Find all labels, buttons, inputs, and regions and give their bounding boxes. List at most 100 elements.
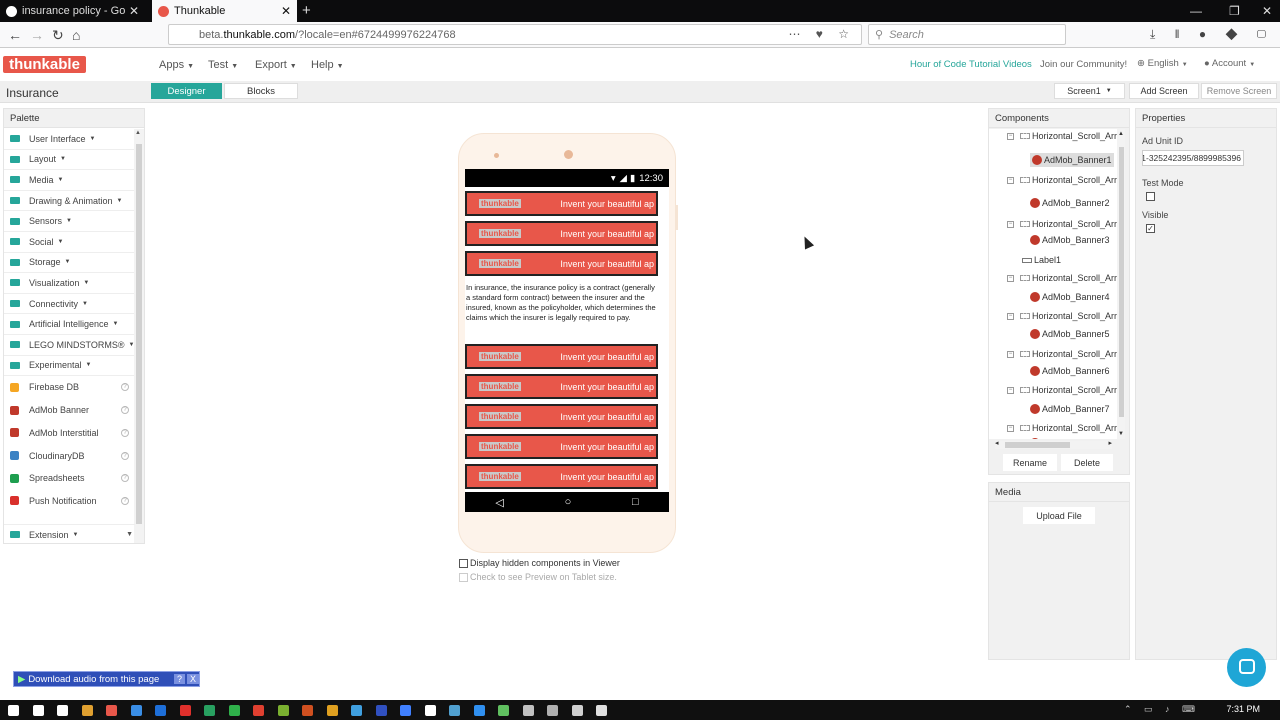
taskbar-app-icon[interactable] bbox=[277, 705, 289, 716]
visible-checkbox[interactable]: ✓ bbox=[1146, 224, 1155, 233]
reload-icon[interactable]: ↻ bbox=[52, 27, 64, 44]
system-tray-icons[interactable]: ⌃ ▭ ♪ ⌨ bbox=[1124, 704, 1200, 715]
palette-category[interactable]: Visualization ▼ bbox=[4, 273, 135, 294]
palette-category[interactable]: Experimental ▼ bbox=[4, 356, 135, 377]
download-audio-bar[interactable]: ▶ Download audio from this page ? X bbox=[13, 671, 200, 687]
taskbar-app-icon[interactable] bbox=[8, 705, 19, 716]
search-input[interactable]: ⚲ Search bbox=[868, 24, 1066, 45]
palette-category[interactable]: Drawing & Animation ▼ bbox=[4, 191, 135, 212]
palette-category[interactable]: Media ▼ bbox=[4, 170, 135, 191]
palette-category[interactable]: LEGO MINDSTORMS® ▼ bbox=[4, 335, 135, 356]
collapse-icon[interactable]: − bbox=[1007, 424, 1014, 432]
palette-category[interactable]: Storage ▼ bbox=[4, 253, 135, 274]
taskbar-app-icon[interactable] bbox=[130, 705, 142, 716]
label1-text[interactable]: In insurance, the insurance policy is a … bbox=[466, 283, 661, 323]
menu-test[interactable]: Test ▼ bbox=[208, 59, 238, 71]
upload-file-button[interactable]: Upload File bbox=[1023, 507, 1095, 524]
admob-banner[interactable]: thunkable Invent your beautiful ap bbox=[465, 464, 658, 489]
tab-thunkable[interactable]: Thunkable ✕ bbox=[152, 0, 297, 22]
help-icon[interactable]: ? bbox=[121, 383, 129, 392]
tree-item-admob-banner[interactable]: AdMob_Banner1 bbox=[1030, 153, 1114, 167]
tree-item-admob-banner[interactable]: AdMob_Banner5 bbox=[1030, 329, 1110, 339]
taskbar-app-icon[interactable] bbox=[57, 705, 68, 716]
palette-component[interactable]: AdMob Interstitial? bbox=[4, 422, 135, 445]
tree-item-admob-banner[interactable]: AdMob_Banner6 bbox=[1030, 366, 1110, 376]
menu-apps[interactable]: Apps ▼ bbox=[159, 59, 194, 71]
help-icon[interactable]: ? bbox=[121, 496, 129, 505]
restore-icon[interactable]: ❐ bbox=[1229, 4, 1240, 18]
admob-banner[interactable]: thunkable Invent your beautiful ap bbox=[465, 404, 658, 429]
taskbar-app-icon[interactable] bbox=[253, 705, 264, 716]
collapse-icon[interactable]: − bbox=[1007, 274, 1014, 282]
help-icon[interactable]: ? bbox=[121, 451, 129, 460]
palette-category[interactable]: Social ▼ bbox=[4, 232, 135, 253]
taskbar-app-icon[interactable] bbox=[498, 705, 509, 716]
palette-category[interactable]: User Interface ▼ bbox=[4, 129, 135, 150]
admob-banner[interactable]: thunkable Invent your beautiful ap bbox=[465, 191, 658, 216]
taskbar-app-icon[interactable] bbox=[596, 705, 607, 716]
taskbar-app-icon[interactable] bbox=[571, 705, 583, 716]
hour-of-code-link[interactable]: Hour of Code Tutorial Videos bbox=[910, 59, 1032, 70]
taskbar-app-icon[interactable] bbox=[81, 705, 93, 716]
palette-category[interactable]: Layout ▼ bbox=[4, 150, 135, 171]
blocks-button[interactable]: Blocks bbox=[224, 83, 298, 99]
designer-button[interactable]: Designer bbox=[151, 83, 222, 99]
tree-item-admob-banner[interactable]: AdMob_Banner4 bbox=[1030, 292, 1110, 302]
tree-item-arrangement[interactable]: − Horizontal_Scroll_Arrangement3 bbox=[1007, 219, 1117, 229]
community-link[interactable]: Join our Community! bbox=[1040, 59, 1127, 70]
scroll-left-icon[interactable]: ◂ bbox=[995, 439, 999, 447]
admob-banner[interactable]: thunkable Invent your beautiful ap bbox=[465, 374, 658, 399]
download-audio-label[interactable]: Download audio from this page bbox=[28, 674, 159, 685]
collapse-icon[interactable]: − bbox=[1007, 312, 1014, 320]
palette-scrollbar[interactable]: ▲ bbox=[134, 129, 144, 543]
tab-google-search[interactable]: insurance policy - Google Search ✕ bbox=[0, 0, 145, 22]
url-bar[interactable]: beta. thunkable.com/?locale=en#6724499976… bbox=[168, 24, 862, 45]
tree-item-arrangement[interactable]: − Horizontal_Scroll_Arrangement2 bbox=[1007, 175, 1117, 185]
palette-category[interactable]: Artificial Intelligence ▼ bbox=[4, 314, 135, 335]
test-mode-checkbox[interactable] bbox=[1146, 192, 1155, 201]
scroll-thumb[interactable] bbox=[1005, 442, 1070, 448]
close-icon[interactable]: X bbox=[186, 674, 199, 684]
minimize-icon[interactable]: — bbox=[1190, 4, 1202, 18]
tree-item-admob-banner[interactable]: AdMob_Banner3 bbox=[1030, 235, 1110, 245]
scroll-up-icon[interactable]: ▲ bbox=[1118, 131, 1124, 137]
rename-button[interactable]: Rename bbox=[1003, 454, 1057, 471]
taskbar-app-icon[interactable] bbox=[106, 705, 117, 716]
back-icon[interactable]: ← bbox=[8, 27, 22, 43]
tree-item-admob-banner[interactable]: AdMob_Banner2 bbox=[1030, 198, 1110, 208]
tree-item-arrangement[interactable]: − Horizontal_Scroll_Arrangement4 bbox=[1007, 273, 1117, 283]
account-menu[interactable]: ● Account ▼ bbox=[1204, 58, 1255, 69]
tree-item-arrangement[interactable]: − Horizontal_Scroll_Arrangement7 bbox=[1007, 385, 1117, 395]
tree-item-arrangement[interactable]: − Horizontal_Scroll_Arrangement8 bbox=[1007, 423, 1117, 433]
remove-screen-button[interactable]: Remove Screen bbox=[1201, 83, 1277, 99]
palette-category[interactable]: Connectivity ▼ bbox=[4, 294, 135, 315]
display-hidden-toggle[interactable]: Display hidden components in Viewer bbox=[459, 558, 620, 568]
tree-item-admob-banner[interactable]: AdMob_Banner7 bbox=[1030, 404, 1110, 414]
scroll-right-icon[interactable]: ▸ bbox=[1108, 439, 1112, 447]
taskbar-app-icon[interactable] bbox=[351, 705, 362, 716]
new-tab-icon[interactable]: + bbox=[302, 2, 311, 19]
tree-horizontal-scrollbar[interactable]: ◂ ▸ bbox=[995, 439, 1112, 449]
taskbar-app-icon[interactable] bbox=[179, 705, 191, 716]
forward-icon[interactable]: → bbox=[30, 27, 44, 43]
add-screen-button[interactable]: Add Screen bbox=[1129, 83, 1199, 99]
taskbar-app-icon[interactable] bbox=[375, 705, 387, 716]
collapse-icon[interactable]: − bbox=[1007, 220, 1014, 228]
help-icon[interactable]: ? bbox=[173, 674, 185, 684]
palette-component[interactable]: Push Notification? bbox=[4, 490, 135, 513]
menu-help[interactable]: Help ▼ bbox=[311, 59, 344, 71]
taskbar-app-icon[interactable] bbox=[32, 705, 44, 716]
palette-component[interactable]: AdMob Banner? bbox=[4, 399, 135, 422]
help-icon[interactable]: ? bbox=[121, 406, 129, 415]
tree-item-label[interactable]: Label1 bbox=[1022, 255, 1061, 265]
taskbar-app-icon[interactable] bbox=[547, 705, 558, 716]
taskbar-app-icon[interactable] bbox=[424, 705, 436, 716]
display-hidden-checkbox[interactable] bbox=[459, 558, 468, 568]
collapse-icon[interactable]: − bbox=[1007, 132, 1014, 140]
scroll-down-icon[interactable]: ▼ bbox=[1118, 431, 1124, 437]
palette-category[interactable]: Sensors ▼ bbox=[4, 211, 135, 232]
taskbar-app-icon[interactable] bbox=[302, 705, 313, 716]
thunkable-logo[interactable]: thunkable bbox=[3, 56, 86, 73]
admob-banner[interactable]: thunkable Invent your beautiful ap bbox=[465, 344, 658, 369]
language-menu[interactable]: ⊕ English ▼ bbox=[1137, 58, 1188, 69]
